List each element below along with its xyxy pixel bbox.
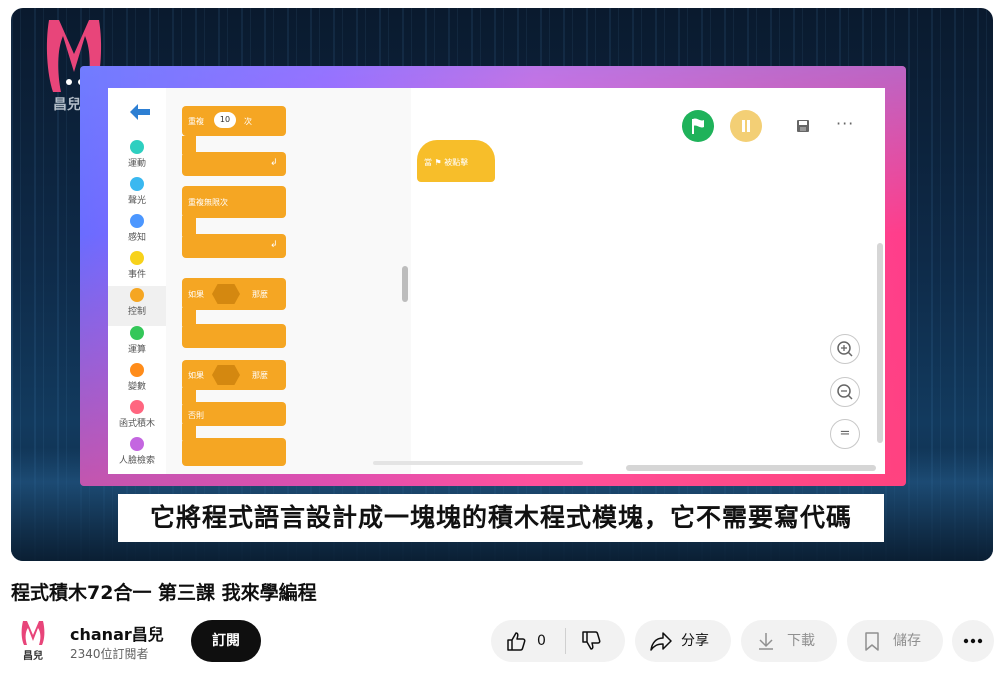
video-subtitle: 它將程式語言設計成一塊塊的積木程式模塊，它不需要寫代碼 bbox=[118, 494, 884, 542]
download-button[interactable]: 下載 bbox=[741, 620, 837, 662]
category-motion[interactable]: 運動 bbox=[108, 140, 166, 176]
more-options-icon[interactable]: ··· bbox=[836, 114, 854, 133]
subtitle-text: 它將程式語言設計成一塊塊的積木程式模塊，它不需要寫代碼 bbox=[149, 503, 852, 532]
category-label: 運算 bbox=[127, 345, 146, 355]
then-label: 那麼 bbox=[252, 371, 268, 380]
category-events[interactable]: 事件 bbox=[108, 251, 166, 287]
save-label: 儲存 bbox=[893, 633, 921, 649]
then-label: 那麼 bbox=[252, 290, 268, 299]
save-button[interactable]: 儲存 bbox=[847, 620, 943, 662]
zoom-in-button[interactable] bbox=[830, 334, 860, 364]
script-horizontal-scrollbar[interactable] bbox=[626, 465, 876, 471]
green-flag-button[interactable] bbox=[682, 110, 714, 142]
loop-arrow-icon: ↲ bbox=[270, 240, 278, 250]
bookmark-icon bbox=[865, 632, 879, 651]
repeat-count-input[interactable]: 10 bbox=[214, 112, 236, 128]
category-dot bbox=[130, 251, 144, 265]
category-sensing[interactable]: 感知 bbox=[108, 214, 166, 250]
like-count: 0 bbox=[537, 633, 546, 649]
thumbs-up-icon bbox=[507, 632, 526, 651]
if-else-label: 如果 bbox=[188, 371, 204, 380]
save-disk-icon[interactable] bbox=[796, 119, 810, 133]
category-label: 感知 bbox=[127, 233, 146, 243]
download-icon bbox=[759, 633, 773, 650]
category-label: 運動 bbox=[127, 159, 146, 169]
hat-block-label: 當 ⚑ 被點擊 bbox=[424, 158, 469, 167]
category-operators[interactable]: 運算 bbox=[108, 326, 166, 362]
category-dot bbox=[130, 288, 144, 302]
loop-arrow-icon: ↲ bbox=[270, 158, 278, 168]
category-dot bbox=[130, 214, 144, 228]
category-control[interactable]: 控制 bbox=[108, 286, 166, 326]
category-face-detect[interactable]: 人臉檢索 bbox=[108, 437, 166, 473]
thumbs-down-icon bbox=[582, 631, 601, 650]
category-functions[interactable]: 函式積木 bbox=[108, 400, 166, 436]
category-dot bbox=[130, 140, 144, 154]
condition-slot[interactable] bbox=[212, 284, 240, 304]
condition-slot[interactable] bbox=[212, 365, 240, 385]
subscribe-button[interactable]: 訂閱 bbox=[191, 620, 261, 662]
pause-button[interactable] bbox=[730, 110, 762, 142]
category-variables[interactable]: 變數 bbox=[108, 363, 166, 399]
share-button[interactable]: 分享 bbox=[635, 620, 731, 662]
pause-icon bbox=[742, 120, 750, 132]
channel-name[interactable]: chanar昌兒 bbox=[70, 621, 164, 645]
category-looks[interactable]: 聲光 bbox=[108, 177, 166, 213]
video-title: 程式積木72合一 第三課 我來學編程 bbox=[11, 582, 317, 604]
download-label: 下載 bbox=[787, 633, 815, 649]
zoom-in-icon bbox=[837, 341, 853, 357]
zoom-reset-icon: = bbox=[839, 426, 851, 441]
back-arrow-icon[interactable] bbox=[128, 102, 152, 122]
category-dot bbox=[130, 400, 144, 414]
avatar-text: 昌兒 bbox=[23, 651, 43, 662]
dislike-button[interactable] bbox=[566, 620, 625, 662]
repeat-unit: 次 bbox=[244, 117, 252, 126]
more-actions-button[interactable] bbox=[952, 620, 994, 662]
flag-icon bbox=[692, 118, 704, 134]
repeat-label: 重複 bbox=[188, 117, 204, 126]
palette-scrollbar[interactable] bbox=[402, 266, 408, 302]
category-dot bbox=[130, 437, 144, 451]
script-vertical-scrollbar[interactable] bbox=[877, 243, 883, 443]
else-label: 否則 bbox=[188, 411, 204, 420]
category-label: 控制 bbox=[127, 307, 146, 317]
share-label: 分享 bbox=[681, 633, 709, 649]
channel-logo-text: 昌兒 bbox=[53, 97, 81, 113]
subscriber-count: 2340位訂閱者 bbox=[70, 647, 149, 661]
more-horizontal-icon bbox=[963, 638, 983, 644]
category-label: 變數 bbox=[127, 382, 146, 392]
category-dot bbox=[130, 326, 144, 340]
block-palette: 重複 10 次 ↲ 重複無限次 ↲ 如果 那麼 如果 那麼 否則 bbox=[166, 88, 412, 474]
channel-avatar[interactable]: 昌兒 bbox=[11, 617, 55, 662]
category-label: 聲光 bbox=[127, 196, 146, 206]
category-column: 運動 聲光 感知 事件 控制 運算 變數 函式積木 人臉檢索 bbox=[108, 88, 167, 474]
if-label: 如果 bbox=[188, 290, 204, 299]
zoom-out-button[interactable] bbox=[830, 377, 860, 407]
zoom-out-icon bbox=[837, 384, 853, 400]
category-dot bbox=[130, 177, 144, 191]
scratch-editor-screen: 運動 聲光 感知 事件 控制 運算 變數 函式積木 人臉檢索 重複 10 次 ↲… bbox=[108, 88, 885, 474]
category-label: 事件 bbox=[127, 270, 146, 280]
category-label: 人臉檢索 bbox=[118, 456, 155, 466]
like-button[interactable]: 0 bbox=[491, 620, 565, 662]
palette-horizontal-scrollbar[interactable] bbox=[373, 461, 583, 465]
zoom-reset-button[interactable]: = bbox=[830, 419, 860, 449]
like-dislike-group: 0 bbox=[491, 620, 625, 662]
category-dot bbox=[130, 363, 144, 377]
share-icon bbox=[650, 632, 672, 651]
forever-label: 重複無限次 bbox=[188, 198, 228, 207]
category-label: 函式積木 bbox=[118, 419, 155, 429]
